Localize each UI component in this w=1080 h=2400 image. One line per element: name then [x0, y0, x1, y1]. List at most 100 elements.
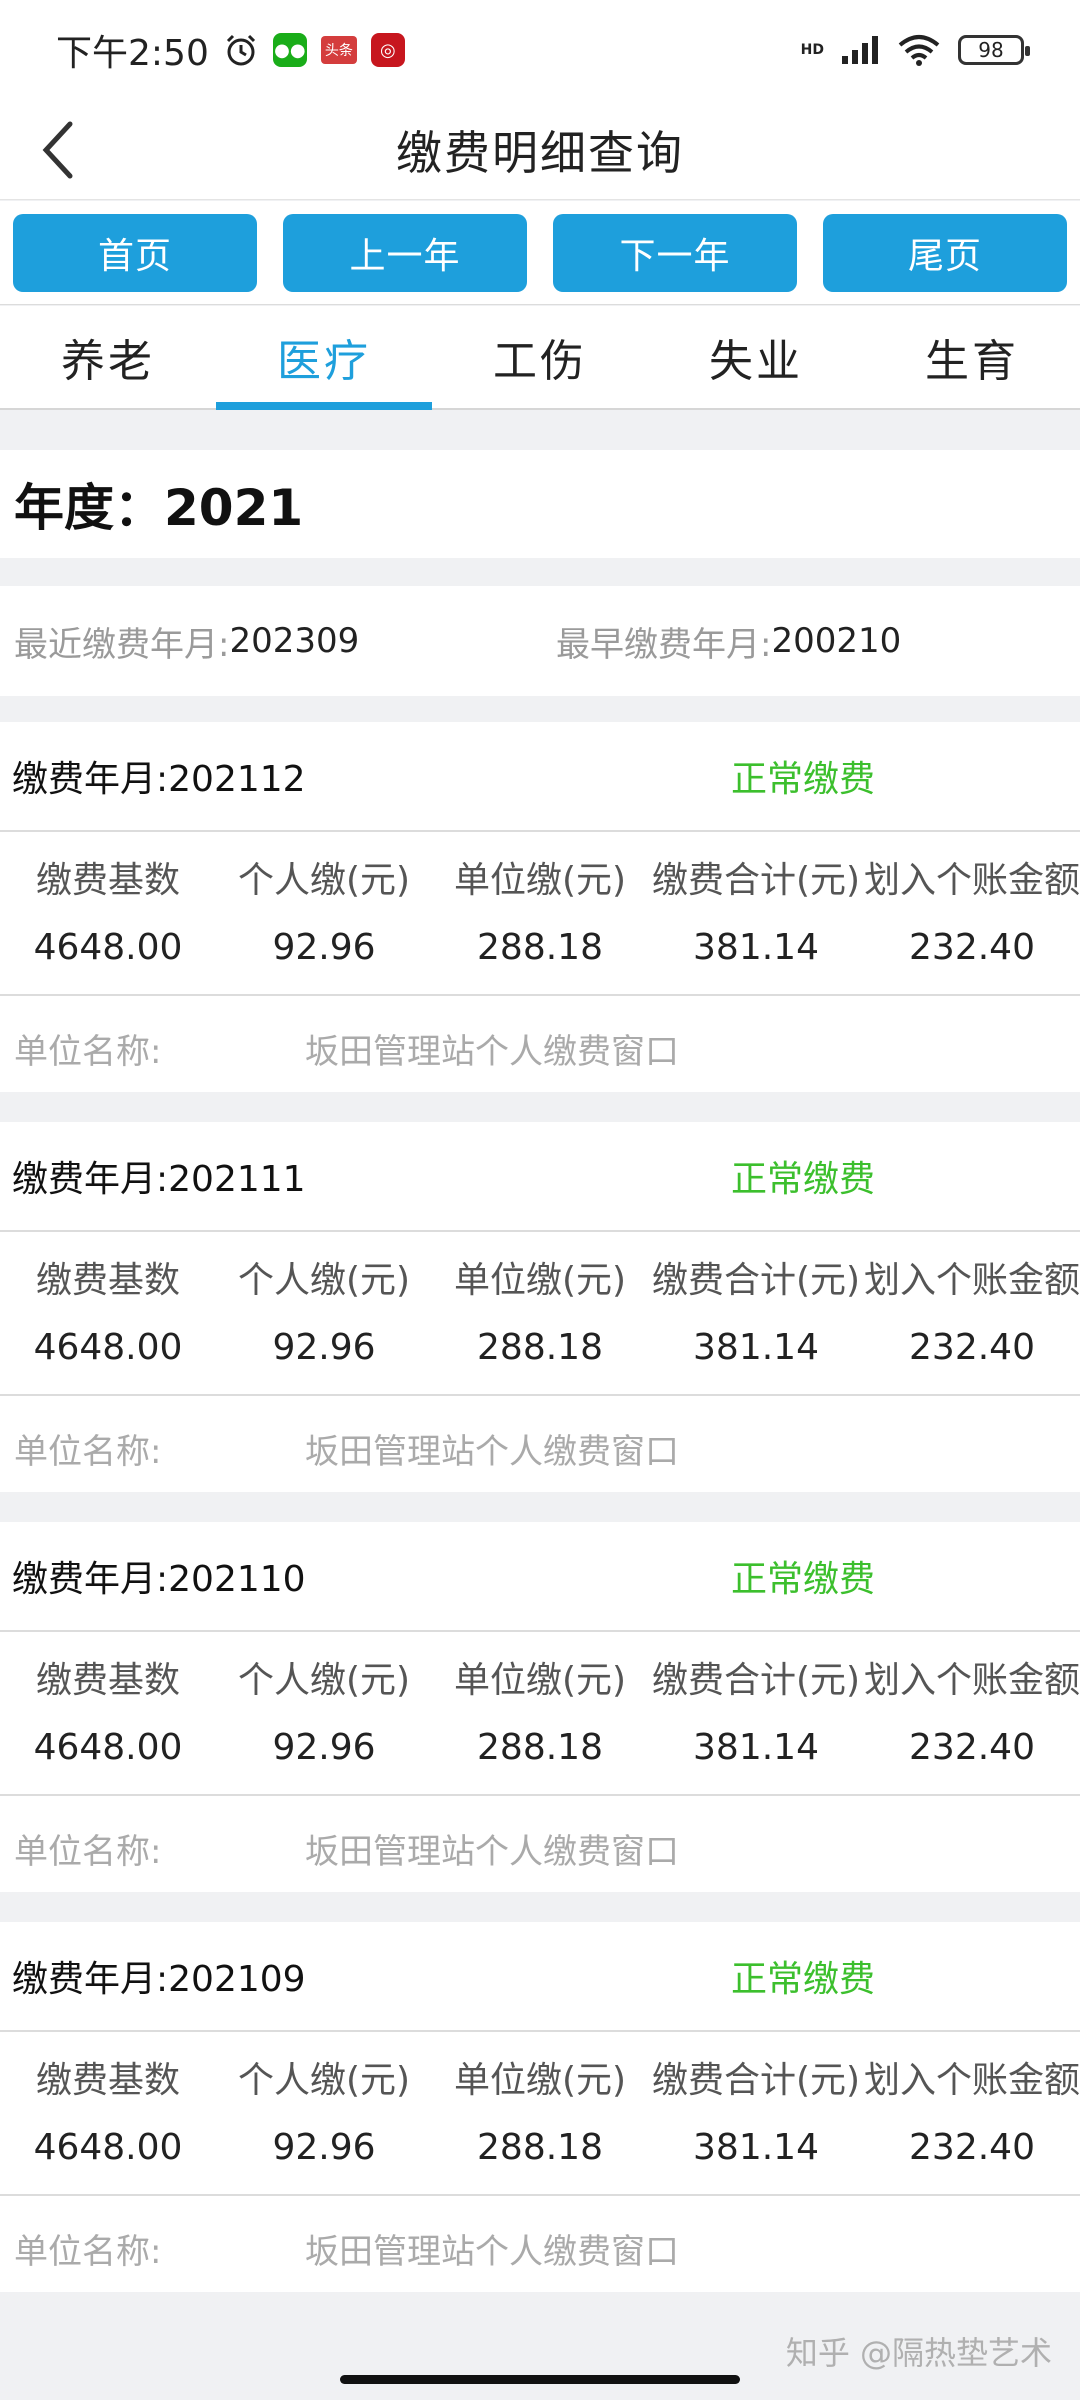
record-value: 232.40 [909, 1326, 1035, 1368]
record-unit: 单位名称: 坂田管理站个人缴费窗口 [0, 1796, 1080, 1900]
column-header: 缴费合计(元) [651, 1660, 861, 1701]
signal-icon [840, 34, 880, 66]
column-header: 个人缴(元) [237, 2060, 411, 2101]
column-header: 缴费基数 [35, 860, 180, 901]
record-value: 92.96 [272, 1726, 376, 1768]
payment-record: 缴费年月:202109 正常缴费 缴费基数 个人缴(元) 单位缴(元) 缴费合计… [0, 1922, 1080, 2292]
wifi-icon [896, 33, 942, 67]
record-value: 381.14 [693, 1726, 819, 1768]
record-header-row: 缴费基数 个人缴(元) 单位缴(元) 缴费合计(元) 划入个账金额 [0, 1642, 1080, 1712]
record-value-row: 4648.00 92.96 288.18 381.14 232.40 [0, 1712, 1080, 1782]
record-value: 92.96 [272, 926, 376, 968]
column-header: 缴费基数 [35, 1660, 180, 1701]
record-value: 92.96 [272, 2126, 376, 2168]
record-value: 381.14 [693, 926, 819, 968]
back-button[interactable] [20, 112, 96, 188]
column-header: 划入个账金额 [864, 860, 1080, 901]
earliest-payment-label: 最早缴费年月: [556, 624, 772, 665]
record-header: 缴费年月:202110 正常缴费 [0, 1522, 1080, 1632]
record-table: 缴费基数 个人缴(元) 单位缴(元) 缴费合计(元) 划入个账金额 4648.0… [0, 2042, 1080, 2196]
prev-year-button[interactable]: 上一年 [283, 213, 527, 292]
unit-label: 单位名称: [14, 1431, 162, 1472]
battery-icon: 98 [958, 35, 1030, 65]
chevron-left-icon [42, 121, 73, 179]
column-header: 缴费合计(元) [651, 2060, 861, 2101]
record-month: 缴费年月:202112 [12, 759, 306, 800]
record-value: 288.18 [477, 1726, 603, 1768]
record-status: 正常缴费 [731, 1159, 876, 1200]
record-status: 正常缴费 [731, 1559, 876, 1600]
unit-name: 坂田管理站个人缴费窗口 [305, 1031, 679, 1072]
record-unit: 单位名称: 坂田管理站个人缴费窗口 [0, 1396, 1080, 1500]
record-unit: 单位名称: 坂田管理站个人缴费窗口 [0, 2196, 1080, 2300]
alarm-icon [223, 32, 259, 68]
record-value: 4648.00 [33, 2126, 183, 2168]
watermark: 知乎 @隔热垫艺术 [785, 2334, 1052, 2372]
record-value: 288.18 [477, 1326, 603, 1368]
record-value-row: 4648.00 92.96 288.18 381.14 232.40 [0, 912, 1080, 982]
column-header: 划入个账金额 [864, 1260, 1080, 1301]
record-month: 缴费年月:202111 [12, 1159, 306, 1200]
unit-label: 单位名称: [14, 1031, 162, 1072]
payment-record: 缴费年月:202112 正常缴费 缴费基数 个人缴(元) 单位缴(元) 缴费合计… [0, 722, 1080, 1092]
tab-medical[interactable]: 医疗 [216, 306, 432, 410]
record-header-row: 缴费基数 个人缴(元) 单位缴(元) 缴费合计(元) 划入个账金额 [0, 2042, 1080, 2112]
paging-toolbar: 首页 上一年 下一年 尾页 [0, 201, 1080, 305]
record-month: 缴费年月:202109 [12, 1959, 306, 2000]
record-value: 232.40 [909, 1726, 1035, 1768]
record-value-row: 4648.00 92.96 288.18 381.14 232.40 [0, 1312, 1080, 1382]
record-value: 381.14 [693, 2126, 819, 2168]
record-status: 正常缴费 [731, 1959, 876, 2000]
bank-app-icon: ◎ [370, 33, 405, 67]
tab-unemployment[interactable]: 失业 [648, 306, 864, 408]
tab-pension[interactable]: 养老 [0, 306, 216, 408]
record-value: 288.18 [477, 926, 603, 968]
earliest-payment-value: 200210 [771, 621, 902, 661]
record-value: 4648.00 [33, 926, 183, 968]
record-status: 正常缴费 [731, 759, 876, 800]
column-header: 缴费合计(元) [651, 1260, 861, 1301]
record-header: 缴费年月:202109 正常缴费 [0, 1922, 1080, 2032]
column-header: 个人缴(元) [237, 1260, 411, 1301]
record-month: 缴费年月:202110 [12, 1559, 306, 1600]
record-value-row: 4648.00 92.96 288.18 381.14 232.40 [0, 2112, 1080, 2182]
wechat-icon: ●● [272, 33, 307, 67]
column-header: 缴费基数 [35, 1260, 180, 1301]
status-time: 下午2:50 [56, 33, 209, 74]
column-header: 缴费合计(元) [651, 860, 861, 901]
record-table: 缴费基数 个人缴(元) 单位缴(元) 缴费合计(元) 划入个账金额 4648.0… [0, 1642, 1080, 1796]
insurance-tabs: 养老 医疗 工伤 失业 生育 [0, 306, 1080, 410]
hd-label: HD [800, 42, 824, 58]
next-year-button[interactable]: 下一年 [553, 213, 797, 292]
column-header: 单位缴(元) [453, 860, 627, 901]
record-header-row: 缴费基数 个人缴(元) 单位缴(元) 缴费合计(元) 划入个账金额 [0, 1242, 1080, 1312]
last-page-button[interactable]: 尾页 [823, 213, 1067, 292]
record-unit: 单位名称: 坂田管理站个人缴费窗口 [0, 996, 1080, 1100]
column-header: 缴费基数 [35, 2060, 180, 2101]
nav-bar: 缴费明细查询 [0, 100, 1080, 200]
page-title: 缴费明细查询 [396, 125, 684, 180]
column-header: 个人缴(元) [237, 860, 411, 901]
column-header: 单位缴(元) [453, 1260, 627, 1301]
column-header: 划入个账金额 [864, 1660, 1080, 1701]
column-header: 单位缴(元) [453, 1660, 627, 1701]
latest-payment-label: 最近缴费年月: [14, 624, 230, 665]
column-header: 划入个账金额 [864, 2060, 1080, 2101]
first-page-button[interactable]: 首页 [13, 213, 257, 292]
payment-record: 缴费年月:202111 正常缴费 缴费基数 个人缴(元) 单位缴(元) 缴费合计… [0, 1122, 1080, 1492]
record-table: 缴费基数 个人缴(元) 单位缴(元) 缴费合计(元) 划入个账金额 4648.0… [0, 842, 1080, 996]
latest-payment: 最近缴费年月: 202309 [14, 617, 359, 666]
payment-record: 缴费年月:202110 正常缴费 缴费基数 个人缴(元) 单位缴(元) 缴费合计… [0, 1522, 1080, 1892]
status-bar: 下午2:50 ●● 头条 ◎ HD 98 [0, 0, 1080, 100]
earliest-payment: 最早缴费年月: 200210 [556, 617, 901, 666]
record-value: 92.96 [272, 1326, 376, 1368]
home-indicator[interactable] [340, 2375, 740, 2384]
record-value: 288.18 [477, 2126, 603, 2168]
unit-label: 单位名称: [14, 2231, 162, 2272]
record-value: 232.40 [909, 2126, 1035, 2168]
record-header-row: 缴费基数 个人缴(元) 单位缴(元) 缴费合计(元) 划入个账金额 [0, 842, 1080, 912]
year-header: 年度：2021 [0, 450, 1080, 558]
tab-work-injury[interactable]: 工伤 [432, 306, 648, 408]
record-header: 缴费年月:202112 正常缴费 [0, 722, 1080, 832]
tab-maternity[interactable]: 生育 [864, 306, 1080, 408]
